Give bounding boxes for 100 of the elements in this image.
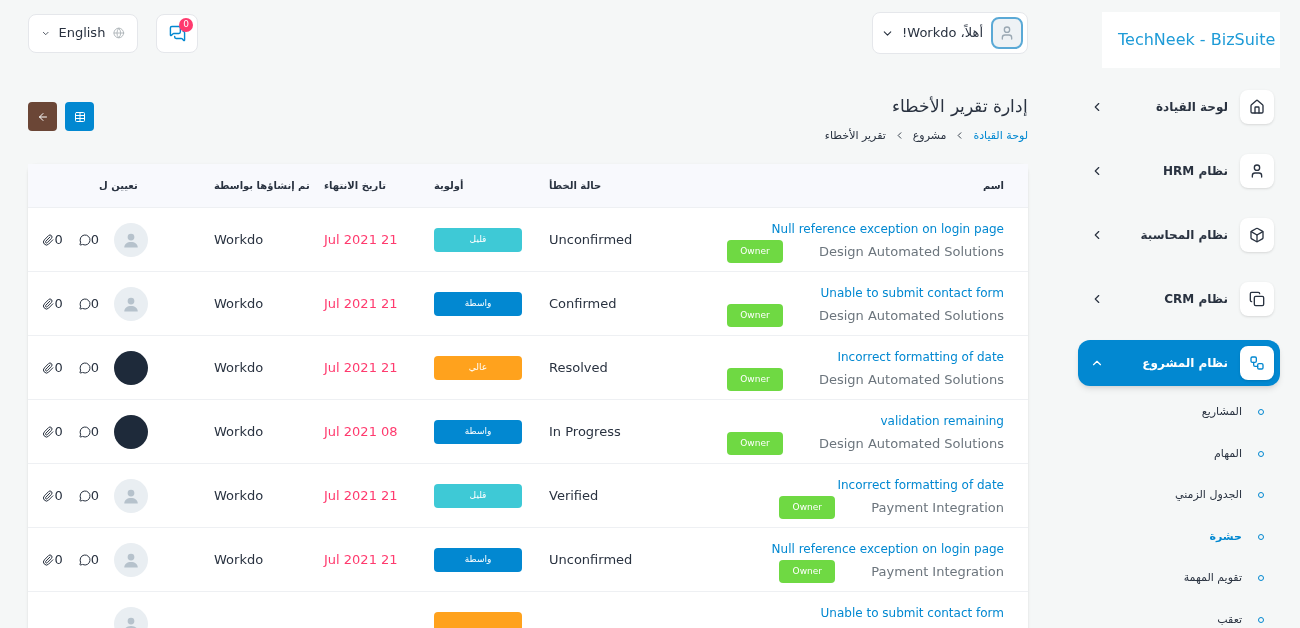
priority-badge: عالي (434, 355, 522, 380)
menu-label: نظام المحاسبة (1139, 227, 1228, 244)
bug-name-link[interactable]: Incorrect formatting of date (837, 348, 1004, 366)
creator-name: Workdo (214, 550, 264, 569)
owner-badge: Owner (779, 496, 836, 519)
comment-count: 0 (78, 549, 99, 570)
comment-count: 0 (78, 485, 99, 506)
globe-icon (113, 25, 125, 41)
owner-badge: Owner (726, 304, 783, 327)
page-title: إدارة تقرير الأخطاء (891, 95, 1028, 118)
nodes-icon (1249, 355, 1265, 371)
creator-name: Workdo (214, 294, 264, 313)
attachment-count: 0 (42, 357, 63, 378)
menu-label: لوحة القيادة (1154, 99, 1228, 116)
back-button[interactable] (28, 102, 57, 131)
user-greeting: أهلاً، Workdo! (902, 23, 983, 43)
priority-badge: واسطة (434, 291, 522, 316)
submenu-item[interactable]: حشرة (1078, 528, 1264, 545)
due-date: Jul 2021 21 (324, 358, 398, 377)
owner-badge: Owner (779, 560, 836, 583)
home-icon (1249, 99, 1265, 115)
menu-label: نظام HRM (1162, 163, 1228, 180)
copy-icon (1249, 291, 1265, 307)
bug-name-link[interactable]: Null reference exception on login page (771, 540, 1004, 558)
comment-count: 0 (78, 357, 99, 378)
table-icon (73, 110, 86, 123)
project-name: Design Automated Solutions (818, 242, 1004, 261)
project-name: Design Automated Solutions (818, 434, 1004, 453)
project-name: Payment Integration (871, 562, 1004, 581)
comment-count: 0 (78, 421, 99, 442)
owner-badge: Owner (726, 432, 783, 455)
breadcrumb-item[interactable]: لوحة القيادة (973, 127, 1028, 144)
menu-label: نظام المشروع (1141, 355, 1228, 372)
project-name: Design Automated Solutions (818, 306, 1004, 325)
priority-badge: قليل (434, 227, 522, 252)
status-text: Unconfirmed (549, 550, 634, 569)
notification-badge: 0 (179, 17, 193, 32)
bug-name-link[interactable]: Unable to submit contact form (820, 604, 1004, 622)
status-text: Resolved (549, 358, 609, 377)
creator-name: Workdo (214, 230, 264, 249)
bug-name-link[interactable]: validation remaining (880, 412, 1004, 430)
column-header: حالة الخطأ (549, 178, 603, 193)
status-text: In Progress (549, 422, 622, 441)
priority-badge: قليل (434, 483, 522, 508)
owner-badge: Owner (726, 368, 783, 391)
attachment-count: 0 (42, 293, 63, 314)
chat-icon (168, 24, 186, 42)
submenu-item[interactable]: الجدول الزمني (1078, 487, 1264, 504)
project-name: Payment Integration (871, 498, 1004, 517)
comment-count: 0 (78, 229, 99, 250)
creator-name: Workdo (214, 486, 264, 505)
due-date: Jul 2021 08 (324, 422, 398, 441)
menu-label: نظام CRM (1163, 291, 1228, 308)
bug-name-link[interactable]: Incorrect formatting of date (837, 476, 1004, 494)
language-dropdown[interactable]: English (28, 13, 138, 53)
user-icon (1249, 163, 1265, 179)
due-date: Jul 2021 21 (324, 294, 398, 313)
project-name: Design Automated Solutions (818, 370, 1004, 389)
attachment-count: 0 (42, 549, 63, 570)
due-date: Jul 2021 21 (324, 230, 398, 249)
creator-name: Workdo (214, 358, 264, 377)
due-date: Jul 2021 21 (324, 486, 398, 505)
status-text: Confirmed (549, 294, 618, 313)
cube-icon (1249, 227, 1265, 243)
breadcrumb-item: تقرير الأخطاء (824, 127, 886, 144)
user-avatar-icon (991, 17, 1023, 49)
breadcrumb-item: مشروع (912, 127, 947, 144)
submenu-item[interactable]: تعقب (1078, 611, 1264, 628)
submenu-item[interactable]: المشاريع (1078, 404, 1264, 421)
status-text: Verified (549, 486, 600, 505)
status-text: Unconfirmed (549, 230, 634, 249)
table-view-button[interactable] (65, 102, 94, 131)
creator-name: Workdo (214, 422, 264, 441)
chat-button[interactable]: 0 (156, 13, 198, 53)
logo[interactable]: TechNeek - BizSuite (1102, 12, 1280, 68)
attachment-count: 0 (42, 229, 63, 250)
priority-badge: واسطة (434, 419, 522, 444)
owner-badge: Owner (726, 240, 783, 263)
column-header: تاريخ الانتهاء (324, 179, 387, 193)
column-header: اسم (981, 179, 1004, 193)
due-date: Jul 2021 21 (324, 550, 398, 569)
attachment-count: 0 (42, 485, 63, 506)
user-menu[interactable]: أهلاً، Workdo! (872, 12, 1028, 54)
attachment-count: 0 (42, 421, 63, 442)
logo-text: TechNeek - BizSuite (1118, 29, 1276, 51)
submenu-item[interactable]: تقويم المهمة (1078, 570, 1264, 587)
column-header: تعيين ل (99, 179, 139, 193)
bug-name-link[interactable]: Unable to submit contact form (820, 284, 1004, 302)
priority-badge: واسطة (434, 547, 522, 572)
sidebar-item[interactable]: نظام المشروع (1078, 340, 1280, 386)
column-header: تم إنشاؤها بواسطة (214, 179, 311, 193)
submenu-item[interactable]: المهام (1078, 445, 1264, 462)
column-header: أولوية (434, 178, 465, 193)
sidebar-item[interactable]: لوحة القيادة (1078, 84, 1280, 130)
sidebar-item[interactable]: نظام المحاسبة (1078, 212, 1280, 258)
arrow-left-icon (36, 110, 49, 123)
sidebar-item[interactable]: نظام CRM (1078, 276, 1280, 322)
bug-name-link[interactable]: Null reference exception on login page (771, 220, 1004, 238)
comment-count: 0 (78, 293, 99, 314)
sidebar-item[interactable]: نظام HRM (1078, 148, 1280, 194)
